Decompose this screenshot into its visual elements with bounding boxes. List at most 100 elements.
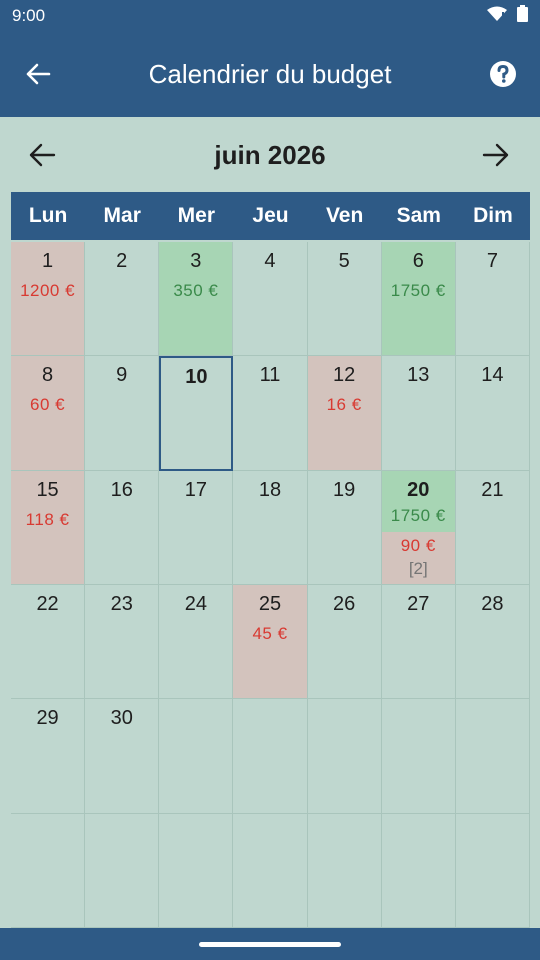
calendar-day-cell[interactable]: 25 45 € [233, 585, 308, 700]
day-number: 27 [407, 593, 430, 615]
weekday-label: Mer [177, 204, 216, 227]
month-title: juin 2026 [214, 139, 326, 170]
calendar-empty-cell [159, 813, 234, 928]
day-number: 10 [185, 366, 208, 389]
day-number: 19 [333, 478, 356, 501]
calendar-day-cell[interactable]: 8 60 € [11, 356, 86, 471]
help-button[interactable] [488, 59, 518, 89]
day-number: 16 [110, 478, 133, 501]
calendar-day-cell[interactable]: 9 [85, 356, 160, 471]
weekday-label: Jeu [252, 204, 289, 227]
calendar-empty-cell [455, 699, 530, 814]
calendar-day-cell[interactable]: 26 [307, 585, 382, 700]
calendar-day-cell[interactable]: 23 [85, 585, 160, 700]
previous-month-button[interactable] [28, 142, 58, 170]
calendar-empty-cell [85, 813, 160, 928]
calendar-empty-cell [11, 813, 86, 928]
day-number: 9 [116, 364, 128, 387]
calendar-day-cell[interactable]: 10 [159, 356, 234, 471]
home-handle[interactable] [199, 941, 341, 947]
day-number: 17 [184, 478, 207, 501]
calendar-empty-cell [307, 813, 382, 928]
calendar-day-cell[interactable]: 20 1750 € 90 € [2] [381, 470, 456, 585]
day-number: 26 [333, 593, 356, 615]
day-number: 28 [481, 593, 504, 615]
weekday-label: Ven [325, 204, 364, 227]
month-navigation: juin 2026 [0, 118, 540, 192]
calendar-day-cell[interactable]: 27 [381, 585, 456, 700]
calendar-day-cell[interactable]: 15 118 € [11, 470, 86, 585]
calendar-day-cell[interactable]: 11 [233, 356, 308, 471]
day-number: 11 [259, 364, 281, 387]
calendar-empty-cell [381, 699, 456, 814]
status-bar: 9:00 [0, 0, 540, 32]
arrow-left-icon [26, 63, 51, 85]
page-title: Calendrier du budget [148, 59, 392, 89]
calendar-day-cell[interactable]: 22 [11, 585, 86, 700]
calendar-empty-cell [233, 699, 308, 814]
help-icon [490, 61, 516, 87]
day-number: 13 [407, 364, 430, 387]
calendar-day-cell[interactable]: 24 [159, 585, 234, 700]
app-bar: Calendrier du budget [0, 32, 540, 117]
calendar-day-cell[interactable]: 6 1750 € [381, 242, 456, 357]
calendar-day-cell[interactable]: 30 [85, 699, 160, 814]
day-number: 15 [36, 478, 59, 501]
expense-amount: 118 € [25, 509, 70, 529]
calendar-empty-cell [381, 813, 456, 928]
calendar-day-cell[interactable]: 12 16 € [307, 356, 382, 471]
status-time: 9:00 [12, 6, 46, 25]
day-number: 5 [338, 250, 350, 272]
expense-section: 90 € [2] [381, 531, 455, 584]
system-navigation-bar [0, 928, 540, 960]
calendar-day-cell[interactable]: 16 [85, 470, 160, 585]
wifi-icon [487, 6, 507, 27]
day-number: 4 [264, 250, 276, 272]
day-number: 24 [184, 593, 207, 615]
calendar-empty-cell [159, 699, 234, 814]
day-number: 25 [258, 593, 282, 615]
income-section: 20 1750 € [381, 470, 455, 532]
calendar-day-cell[interactable]: 19 [307, 470, 382, 585]
day-number: 2 [116, 250, 128, 272]
day-number: 6 [412, 250, 424, 272]
calendar-grid: 1 1200 €2 3 350 €4 5 6 1750 €7 8 60 €9 10 11 12 16 €… [11, 242, 530, 928]
day-number: 1 [42, 250, 54, 272]
calendar-day-cell[interactable]: 7 [455, 242, 530, 357]
calendar-day-cell[interactable]: 14 [455, 356, 530, 471]
arrow-right-icon [482, 143, 509, 167]
calendar-day-cell[interactable]: 3 350 € [159, 242, 234, 357]
calendar-day-cell[interactable]: 28 [455, 585, 530, 700]
day-number: 3 [190, 250, 202, 272]
calendar-day-cell[interactable]: 2 [85, 242, 160, 357]
calendar-empty-cell [307, 699, 382, 814]
next-month-button[interactable] [482, 142, 512, 170]
day-number: 30 [110, 707, 133, 730]
day-number: 20 [407, 478, 430, 501]
weekday-label: Mar [103, 204, 141, 227]
day-number: 21 [481, 478, 504, 501]
day-number: 29 [36, 707, 59, 730]
calendar-day-cell[interactable]: 4 [233, 242, 308, 357]
day-number: 23 [110, 593, 133, 615]
transaction-count: [2] [408, 558, 428, 578]
battery-icon [517, 5, 528, 27]
income-amount: 1750 € [390, 281, 446, 300]
expense-amount: 90 € [400, 535, 436, 555]
calendar-day-cell[interactable]: 1 1200 € [11, 242, 86, 357]
calendar-day-cell[interactable]: 18 [233, 470, 308, 585]
calendar-day-cell[interactable]: 29 [11, 699, 86, 814]
income-amount: 1750 € [390, 505, 446, 525]
income-amount: 350 € [173, 281, 219, 300]
calendar-day-cell[interactable]: 13 [381, 356, 456, 471]
day-number: 22 [36, 593, 59, 615]
back-button[interactable] [22, 58, 54, 90]
calendar-day-cell[interactable]: 21 [455, 470, 530, 585]
day-number: 14 [481, 364, 504, 387]
calendar-day-cell[interactable]: 5 [307, 242, 382, 357]
day-number: 18 [258, 478, 282, 501]
expense-amount: 1200 € [20, 281, 76, 300]
expense-amount: 60 € [30, 395, 66, 415]
weekday-label: Dim [473, 204, 513, 227]
calendar-day-cell[interactable]: 17 [159, 470, 234, 585]
